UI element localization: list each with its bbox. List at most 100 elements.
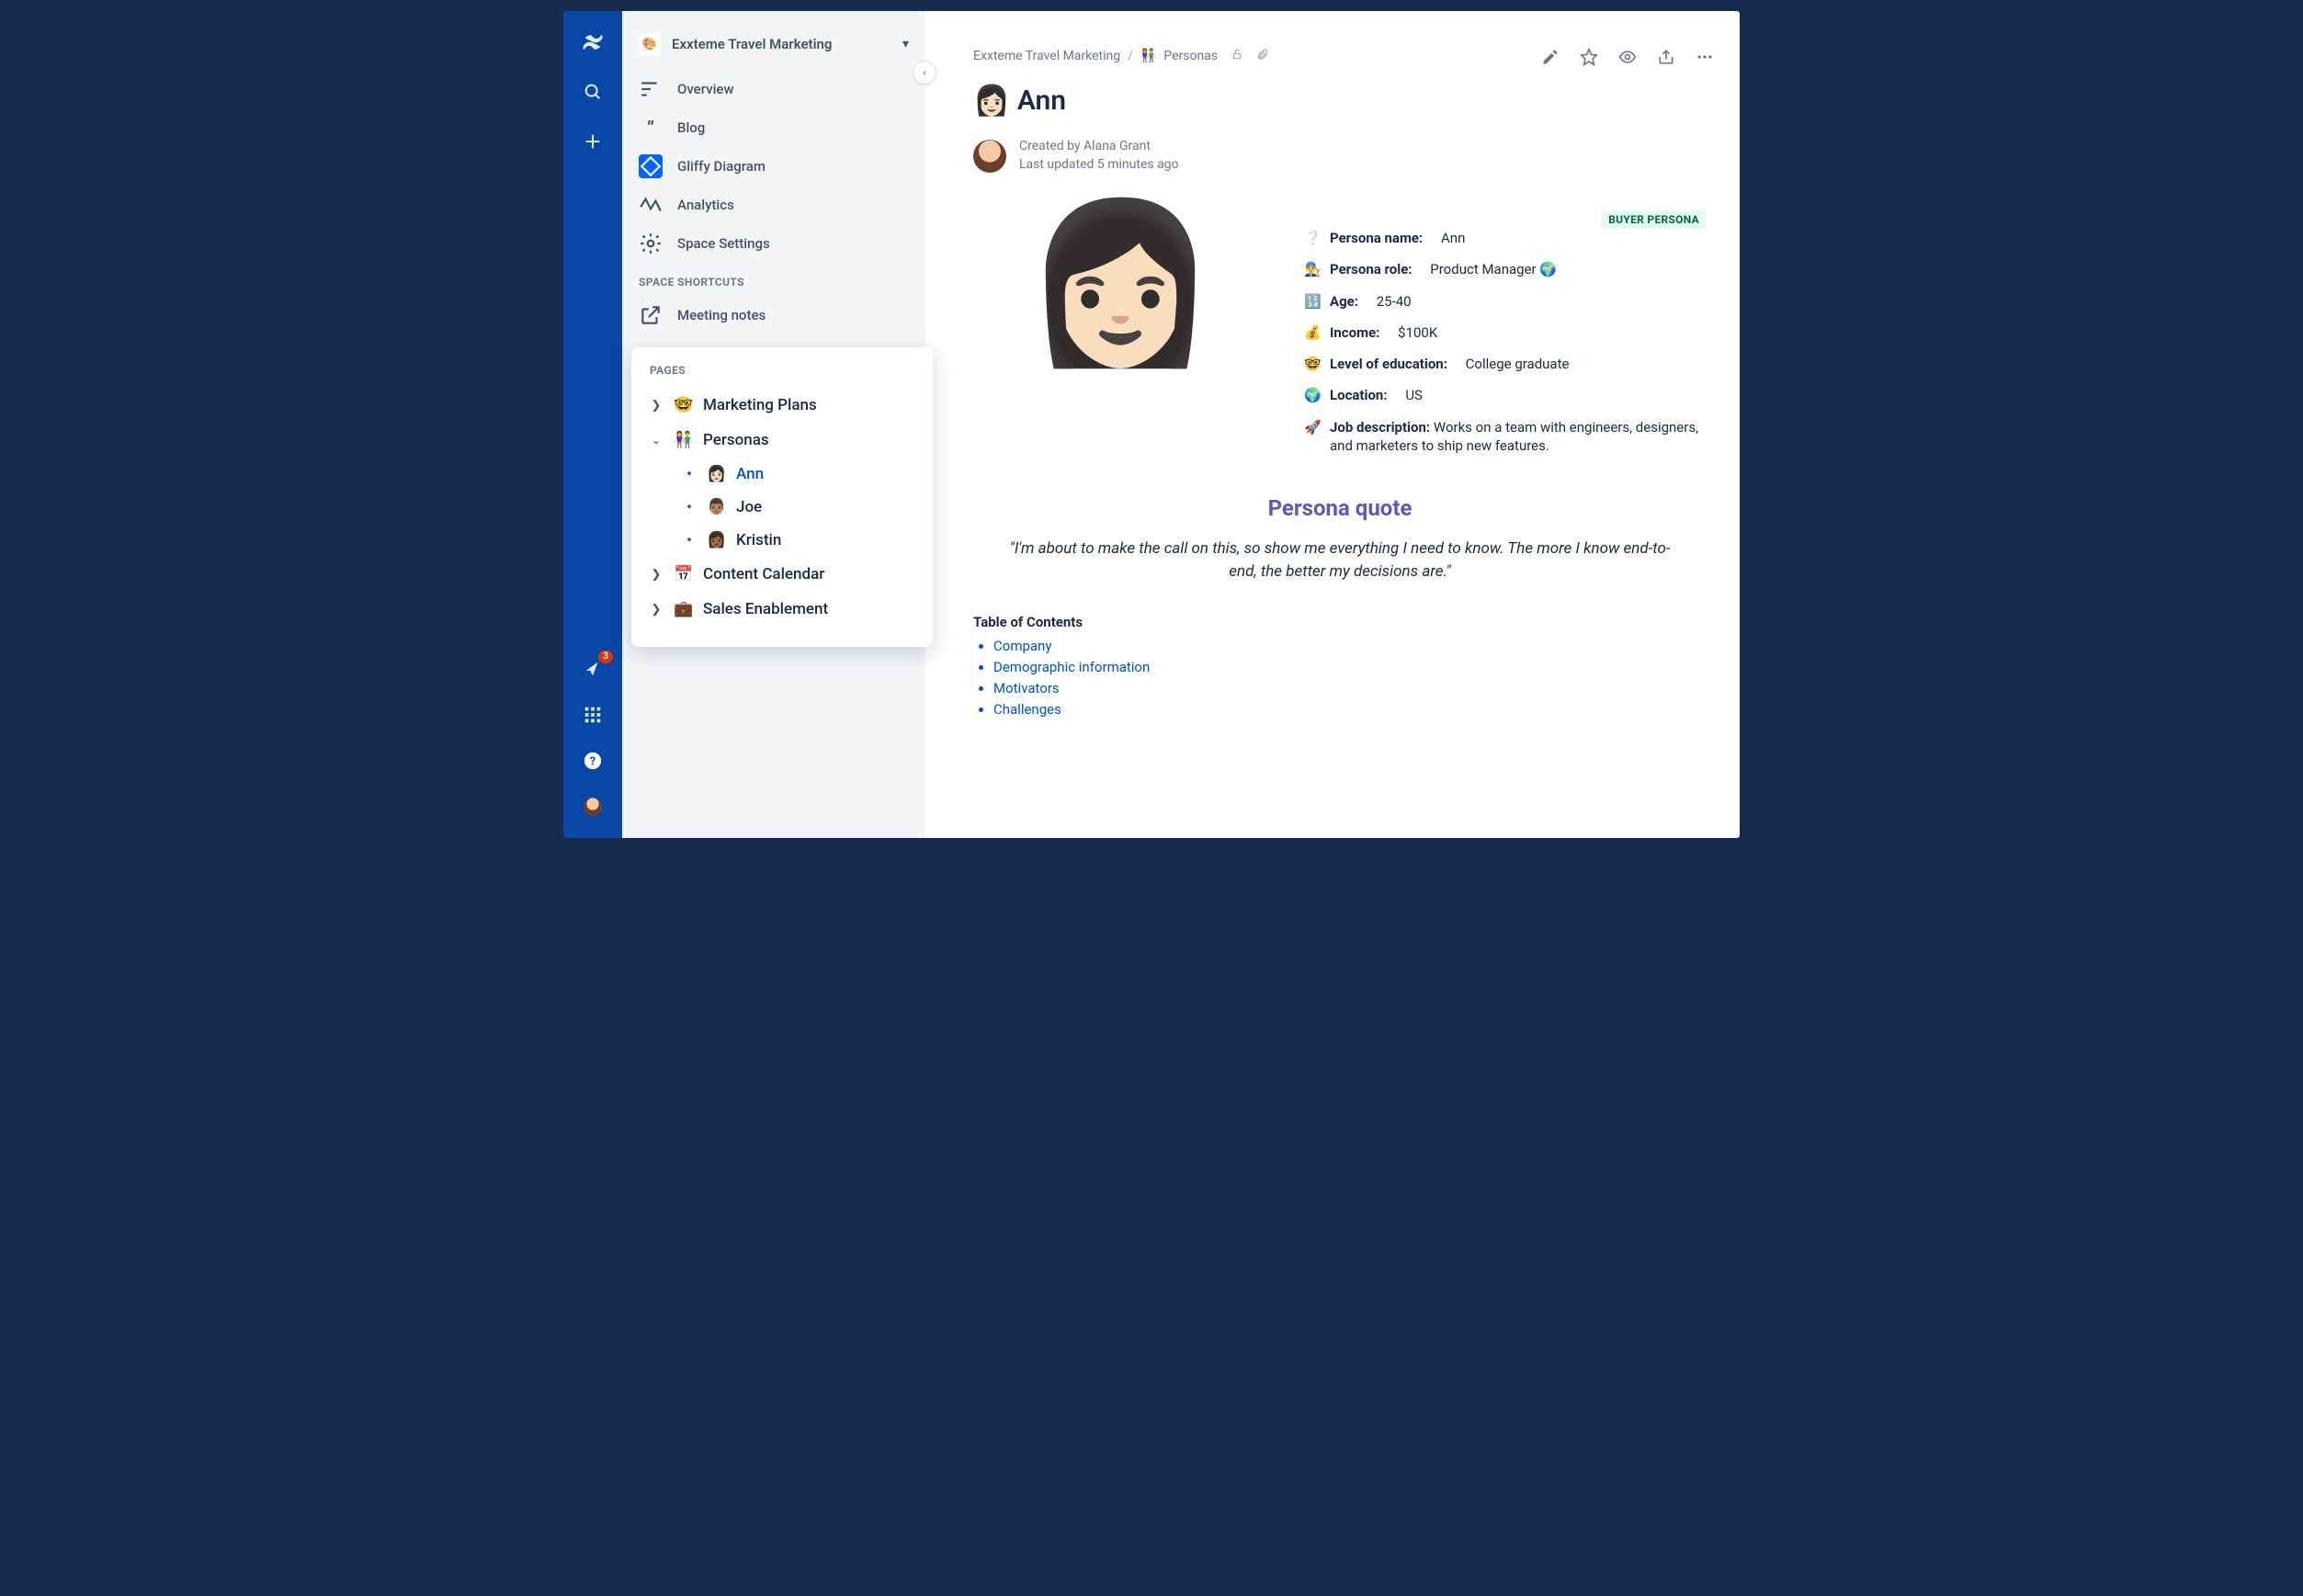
notification-badge: 3: [598, 651, 613, 663]
page-title-text: Ann: [1017, 85, 1066, 117]
persona-field-location: 🌍Location: US: [1304, 386, 1707, 404]
persona-field-age: 🔢Age: 25-40: [1304, 292, 1707, 311]
chevron-down-icon[interactable]: ⌄: [648, 434, 664, 447]
sidebar-item-space-settings[interactable]: Space Settings: [628, 224, 920, 263]
attachments-icon[interactable]: [1256, 48, 1269, 64]
search-icon[interactable]: [580, 79, 606, 105]
space-sidebar: 🎨 Exxteme Travel Marketing ▾ Overview ” …: [622, 11, 925, 838]
space-title: Exxteme Travel Marketing: [672, 36, 891, 52]
persona-field-role: 👨‍🔧Persona role: Product Manager 🌍: [1304, 260, 1707, 278]
chevron-down-icon: ▾: [902, 37, 909, 51]
persona-field-education: 🤓Level of education: College graduate: [1304, 355, 1707, 373]
star-icon[interactable]: [1580, 48, 1598, 66]
svg-text:?: ?: [590, 755, 596, 769]
sidebar-item-label: Gliffy Diagram: [677, 158, 766, 175]
notifications-icon[interactable]: 3: [580, 656, 606, 682]
page-tree-joe[interactable]: • 👨🏽 Joe: [674, 491, 924, 524]
table-of-contents: Table of Contents Company Demographic in…: [973, 614, 1707, 718]
space-logo-icon: 🎨: [639, 33, 661, 55]
persona-field-name: ❔Persona name: Ann: [1304, 229, 1707, 247]
author-avatar[interactable]: [973, 140, 1006, 173]
confluence-logo-icon[interactable]: [580, 29, 606, 55]
gliffy-icon: [639, 154, 663, 178]
page-byline: Created by Alana Grant Last updated 5 mi…: [973, 138, 1707, 174]
persona-avatar: 👩🏻: [973, 205, 1267, 455]
overview-icon: [639, 77, 663, 101]
more-actions-icon[interactable]: [1696, 48, 1714, 66]
page-tree-ann[interactable]: • 👩🏻 Ann: [674, 458, 924, 491]
page-tree-kristin[interactable]: • 👩🏾 Kristin: [674, 524, 924, 557]
page-tree-personas[interactable]: ⌄ 👫 Personas: [641, 423, 924, 458]
restrictions-icon[interactable]: [1231, 48, 1243, 64]
help-icon[interactable]: ?: [580, 748, 606, 774]
page-title-emoji: 👩🏻: [973, 83, 1010, 118]
sidebar-item-gliffy[interactable]: Gliffy Diagram: [628, 147, 920, 186]
profile-avatar[interactable]: [580, 794, 606, 820]
toc-link-company[interactable]: Company: [993, 638, 1707, 654]
sidebar-item-analytics[interactable]: Analytics: [628, 186, 920, 224]
global-nav: 3 ?: [563, 11, 622, 838]
bullet-icon: •: [681, 498, 698, 516]
page-emoji: 📅: [674, 565, 694, 583]
chevron-right-icon[interactable]: ❯: [648, 399, 664, 413]
page-label: Sales Enablement: [703, 600, 828, 618]
page-title: 👩🏻 Ann: [973, 83, 1707, 118]
page-emoji: 👩🏻: [707, 465, 727, 483]
sidebar-item-label: Blog: [677, 119, 705, 136]
sidebar-item-label: Analytics: [677, 197, 734, 213]
sidebar-item-label: Overview: [677, 81, 734, 97]
page-label: Personas: [703, 431, 769, 449]
toc-link-demographic[interactable]: Demographic information: [993, 659, 1707, 675]
quote-icon: ”: [639, 116, 663, 140]
edit-icon[interactable]: [1541, 48, 1560, 66]
page-tree-sales-enablement[interactable]: ❯ 💼 Sales Enablement: [641, 592, 924, 627]
toc-link-motivators[interactable]: Motivators: [993, 680, 1707, 696]
page-emoji: 💼: [674, 600, 694, 618]
persona-field-income: 💰Income: $100K: [1304, 323, 1707, 342]
page-content: Exxteme Travel Marketing / 👫 Personas 👩🏻…: [925, 11, 1740, 838]
toc-link-challenges[interactable]: Challenges: [993, 701, 1707, 718]
sidebar-item-overview[interactable]: Overview: [628, 70, 920, 108]
page-tree-content-calendar[interactable]: ❯ 📅 Content Calendar: [641, 557, 924, 592]
external-link-icon: [639, 303, 663, 327]
sidebar-collapse-button[interactable]: ‹: [913, 61, 936, 85]
share-icon[interactable]: [1657, 48, 1675, 66]
analytics-icon: [639, 193, 663, 217]
page-label: Kristin: [736, 531, 781, 549]
persona-field-job: 🚀Job description: Works on a team with e…: [1304, 418, 1707, 456]
gear-icon: [639, 232, 663, 255]
author-name[interactable]: Alana Grant: [1083, 139, 1151, 153]
last-updated: Last updated 5 minutes ago: [1019, 156, 1179, 175]
page-label: Content Calendar: [703, 565, 824, 583]
page-emoji: 👫: [674, 431, 694, 449]
page-actions: [1541, 48, 1714, 66]
page-emoji: 👩🏾: [707, 531, 727, 549]
bullet-icon: •: [681, 465, 698, 483]
shortcut-meeting-notes[interactable]: Meeting notes: [628, 296, 920, 334]
app-switcher-icon[interactable]: [580, 702, 606, 728]
pages-panel: PAGES ❯ 🤓 Marketing Plans ⌄ 👫 Personas •…: [631, 347, 933, 647]
persona-badge: BUYER PERSONA: [1601, 210, 1707, 229]
toc-heading: Table of Contents: [973, 614, 1707, 630]
sidebar-item-blog[interactable]: ” Blog: [628, 108, 920, 147]
page-label: Marketing Plans: [703, 396, 817, 414]
page-tree-marketing-plans[interactable]: ❯ 🤓 Marketing Plans: [641, 388, 924, 423]
page-label: Ann: [736, 465, 764, 483]
watch-icon[interactable]: [1618, 48, 1637, 66]
chevron-right-icon[interactable]: ❯: [648, 568, 664, 582]
pages-header: PAGES: [641, 362, 924, 382]
breadcrumb-page[interactable]: Personas: [1163, 49, 1218, 63]
bullet-icon: •: [681, 531, 698, 549]
page-emoji: 👨🏽: [707, 498, 727, 516]
shortcuts-header: SPACE SHORTCUTS: [622, 263, 925, 296]
persona-quote-text: "I'm about to make the call on this, so …: [1000, 538, 1680, 583]
space-selector[interactable]: 🎨 Exxteme Travel Marketing ▾: [622, 24, 925, 70]
page-label: Joe: [736, 498, 762, 516]
shortcut-label: Meeting notes: [677, 307, 766, 323]
breadcrumb-space[interactable]: Exxteme Travel Marketing: [973, 49, 1120, 63]
create-icon[interactable]: [580, 129, 606, 154]
page-emoji: 🤓: [674, 396, 694, 414]
sidebar-item-label: Space Settings: [677, 235, 770, 252]
chevron-right-icon[interactable]: ❯: [648, 603, 664, 617]
breadcrumb-emoji: 👫: [1140, 49, 1156, 63]
